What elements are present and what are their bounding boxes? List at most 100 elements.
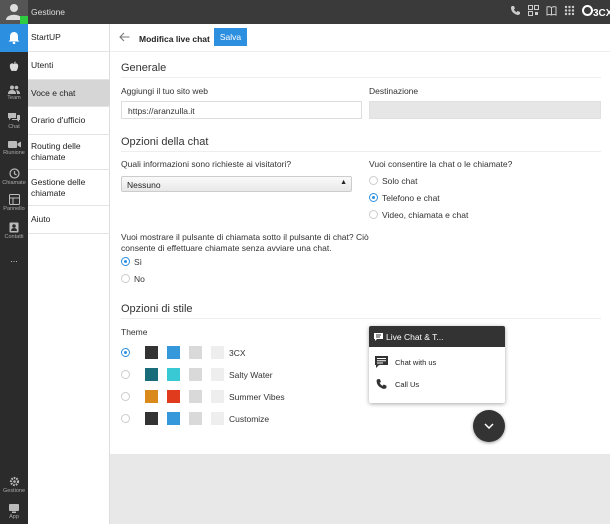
chat-launcher-button[interactable]: [473, 410, 505, 442]
preview-option-call-label: Call Us: [395, 379, 420, 389]
sidebar-item-call-routing[interactable]: Routing delle chiamate: [28, 135, 110, 170]
sidebar-item-users[interactable]: Utenti: [28, 52, 110, 80]
theme-name: Summer Vibes: [229, 392, 285, 402]
preview-option-chat[interactable]: Chat with us: [369, 352, 505, 372]
more-icon: ...: [10, 254, 18, 264]
radio-phone-chat[interactable]: [369, 193, 378, 202]
divider: [121, 77, 601, 78]
book-icon[interactable]: [546, 5, 557, 16]
radio-theme-salty-water[interactable]: [121, 370, 130, 379]
rail-panel-label: Pannello: [3, 206, 25, 212]
sidebar-item-label: Aiuto: [31, 214, 51, 224]
avatar[interactable]: [0, 0, 28, 24]
radio-phone-chat-label: Telefono e chat: [382, 193, 440, 203]
meeting-icon: [7, 141, 21, 148]
theme-swatch: [145, 368, 158, 381]
sidebar-item-startup[interactable]: StartUP: [28, 24, 110, 52]
chat-bubble-icon: [375, 356, 388, 368]
live-chat-preview: Live Chat & T... Chat with us Call Us: [369, 326, 505, 403]
radio-video-call-chat-label: Video, chiamata e chat: [382, 210, 469, 220]
theme-swatch: [167, 346, 180, 359]
rail-apple[interactable]: [0, 54, 28, 80]
sidebar-item-office-hours[interactable]: Orario d'ufficio: [28, 107, 110, 135]
save-button[interactable]: Salva: [214, 28, 247, 46]
radio-theme-customize[interactable]: [121, 414, 130, 423]
website-input[interactable]: https://aranzulla.it: [121, 101, 362, 119]
rail-meeting[interactable]: Riunione: [0, 135, 28, 161]
radio-call-button-yes[interactable]: [121, 257, 130, 266]
preview-option-chat-label: Chat with us: [395, 357, 437, 367]
page-title: Modifica live chat: [139, 34, 210, 44]
theme-swatch: [145, 412, 158, 425]
theme-name: 3CX: [229, 348, 246, 358]
rail-team-label: Team: [7, 95, 21, 101]
theme-swatch: [189, 368, 202, 381]
top-bar: Gestione 3CX: [0, 0, 610, 24]
theme-swatch: [189, 412, 202, 425]
sidebar-item-help[interactable]: Aiuto: [28, 206, 110, 234]
sidebar-item-label: Utenti: [31, 60, 54, 70]
sidebar-item-call-management[interactable]: Gestione delle chiamate: [28, 170, 110, 206]
back-arrow-icon[interactable]: [119, 32, 130, 44]
radio-call-button-yes-label: Sì: [134, 257, 143, 267]
radio-video-call-chat[interactable]: [369, 210, 378, 219]
chat-bubble-icon: [374, 332, 383, 341]
rail-team[interactable]: Team: [0, 80, 28, 106]
rail-calls[interactable]: Chiamate: [0, 164, 28, 190]
divider: [121, 318, 601, 319]
sidebar-item-label: Voce e chat: [31, 87, 76, 98]
theme-name: Customize: [229, 414, 270, 424]
radio-theme-summer-vibes[interactable]: [121, 392, 130, 401]
section-title-general: Generale: [121, 62, 167, 74]
divider: [121, 151, 601, 152]
destination-input[interactable]: [369, 101, 601, 119]
app-title: Gestione: [31, 7, 66, 17]
rail-notifications[interactable]: [0, 24, 28, 52]
theme-swatch: [167, 390, 180, 403]
live-chat-preview-title: Live Chat & T...: [386, 331, 444, 342]
visitor-info-value: Nessuno: [127, 180, 161, 190]
live-chat-preview-header: Live Chat & T...: [369, 326, 505, 347]
theme-swatch: [145, 346, 158, 359]
call-button-label-line2: consente di effettuare chiamate senza av…: [121, 243, 332, 253]
theme-swatch: [189, 390, 202, 403]
apple-icon: [9, 61, 19, 72]
preview-option-call[interactable]: Call Us: [369, 374, 505, 394]
radio-theme-3cx[interactable]: [121, 348, 130, 357]
main-panel: Modifica live chat Salva Generale Aggiun…: [110, 24, 610, 454]
rail-management[interactable]: Gestione: [0, 470, 28, 500]
section-title-chat-options: Opzioni della chat: [121, 136, 209, 148]
rail-meeting-label: Riunione: [3, 150, 25, 156]
rail-management-label: Gestione: [2, 488, 25, 494]
team-icon: [8, 85, 20, 94]
contacts-icon: [9, 222, 19, 233]
theme-name: Salty Water: [229, 370, 273, 380]
phone-icon[interactable]: [510, 5, 521, 16]
section-title-style-options: Opzioni di stile: [121, 303, 193, 315]
visitor-info-select[interactable]: Nessuno ▲: [121, 176, 352, 192]
chat-icon: [8, 112, 20, 122]
sidebar-item-voice-chat[interactable]: Voce e chat: [28, 80, 110, 107]
rail-chat[interactable]: Chat: [0, 108, 28, 134]
gear-icon: [9, 476, 19, 487]
theme-swatch: [167, 368, 180, 381]
radio-chat-only[interactable]: [369, 176, 378, 185]
select-arrows-icon: ▲: [340, 179, 347, 186]
rail-chat-label: Chat: [8, 123, 20, 130]
rail-app[interactable]: App: [0, 500, 28, 524]
keypad-icon[interactable]: [564, 5, 575, 16]
sidebar-item-label: StartUP: [31, 32, 61, 42]
website-label: Aggiungi il tuo sito web: [121, 86, 208, 96]
sidebar-item-label: Routing delle chiamate: [31, 141, 81, 162]
rail-contacts[interactable]: Contatti: [0, 218, 28, 244]
rail-calls-label: Chiamate: [2, 180, 26, 186]
bell-icon: [8, 32, 20, 44]
theme-swatch: [211, 346, 224, 359]
rail-panel[interactable]: Pannello: [0, 190, 28, 216]
qr-icon[interactable]: [528, 5, 539, 16]
radio-call-button-no[interactable]: [121, 274, 130, 283]
page-header: Modifica live chat Salva: [110, 24, 610, 52]
rail-more[interactable]: ...: [0, 246, 28, 272]
sidebar-item-label: Orario d'ufficio: [31, 115, 86, 125]
chevron-down-icon: [484, 423, 494, 429]
